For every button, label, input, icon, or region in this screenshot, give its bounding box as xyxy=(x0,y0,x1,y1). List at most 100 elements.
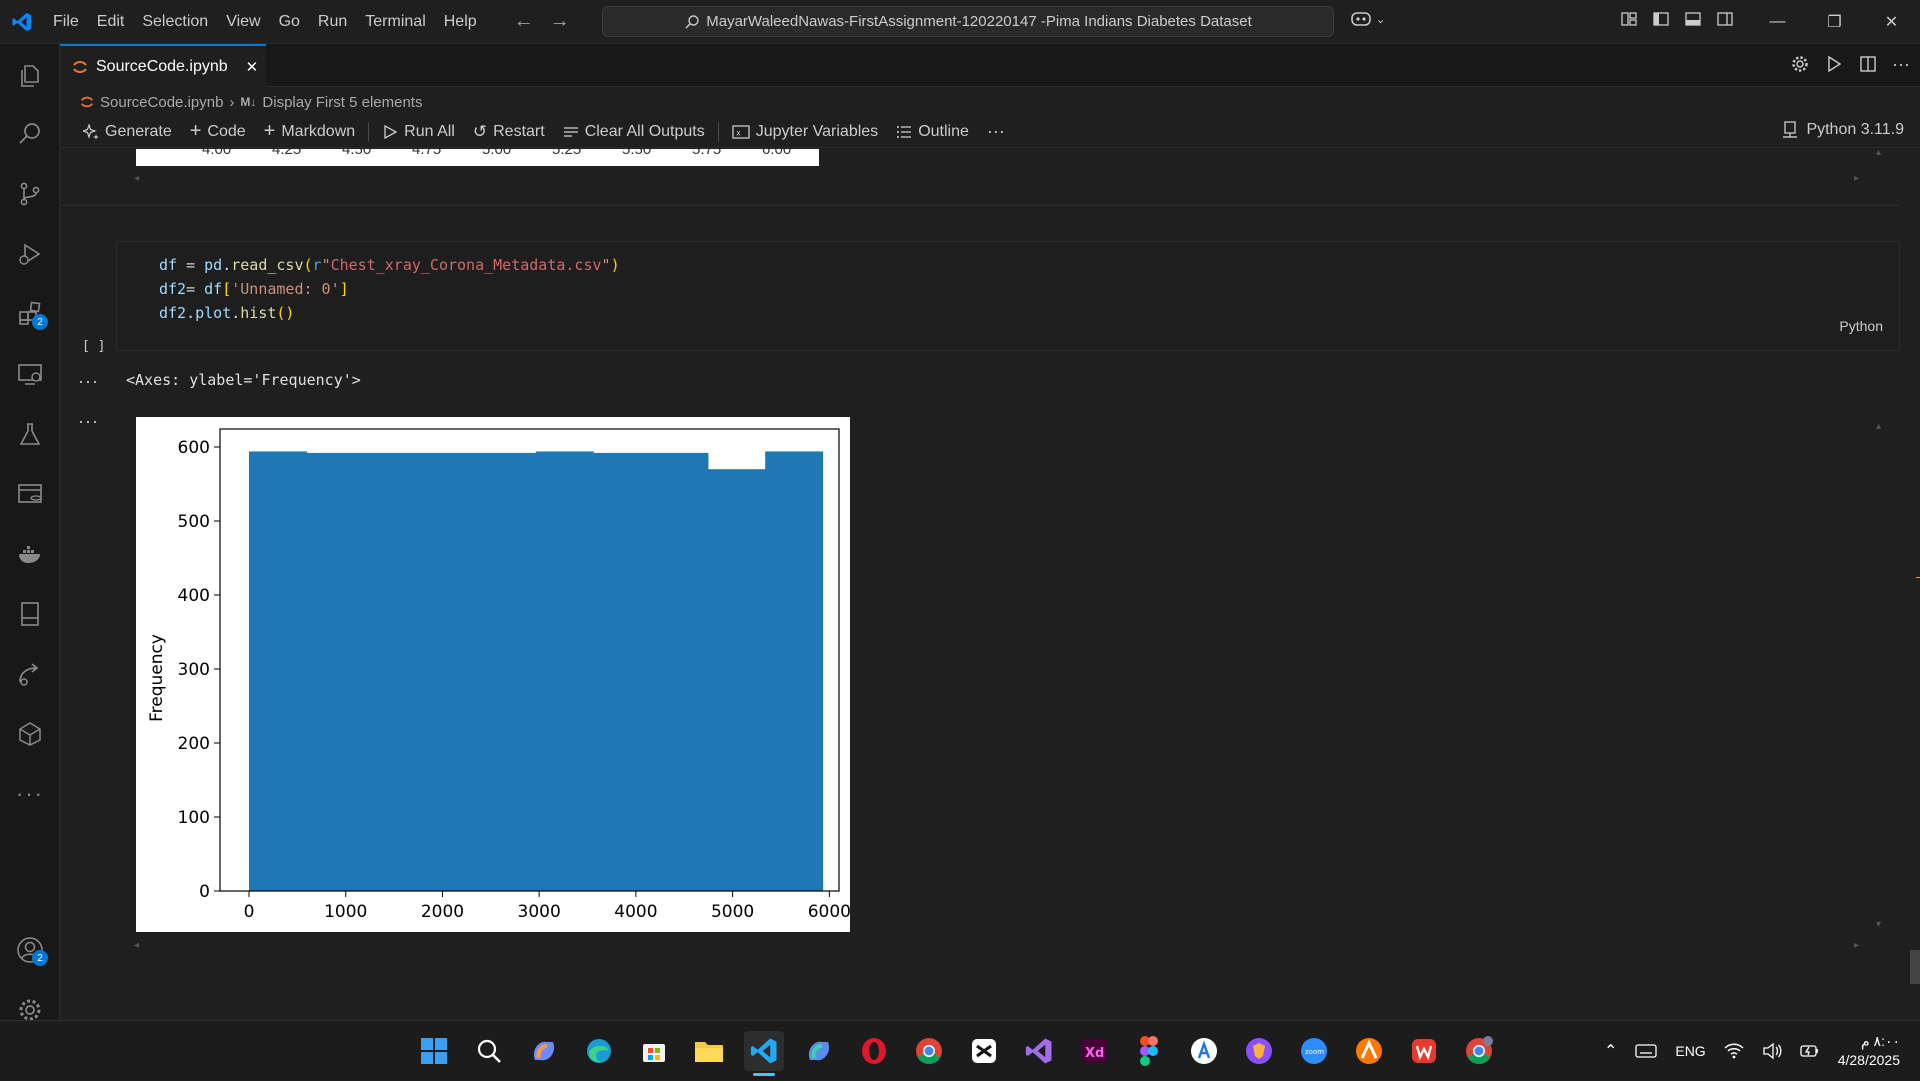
svg-text:Xd: Xd xyxy=(1085,1046,1104,1061)
opera-icon[interactable] xyxy=(854,1031,894,1071)
close-window-icon[interactable]: ✕ xyxy=(1863,0,1920,44)
docker-icon[interactable] xyxy=(0,530,60,578)
generate-button[interactable]: Generate xyxy=(74,117,181,147)
adobe-xd-icon[interactable]: Xd xyxy=(1074,1031,1114,1071)
settings-gear-icon[interactable] xyxy=(1790,54,1810,74)
cell-language-label[interactable]: Python xyxy=(1839,318,1883,334)
menu-selection[interactable]: Selection xyxy=(133,13,217,31)
add-markdown-button[interactable]: + Markdown xyxy=(255,117,365,147)
copilot-button[interactable]: ⌄ xyxy=(1350,10,1385,28)
chrome-icon[interactable] xyxy=(909,1031,949,1071)
customize-layout-icon[interactable] xyxy=(1620,10,1638,28)
scroll-right-arrow-icon[interactable]: ▸ xyxy=(1854,173,1859,184)
add-code-button[interactable]: + Code xyxy=(181,117,255,147)
battery-icon[interactable] xyxy=(1800,1043,1820,1059)
code-line[interactable]: df2.plot.hist() xyxy=(159,304,294,322)
keyboard-icon[interactable] xyxy=(1635,1043,1658,1059)
execution-count[interactable]: [ ] xyxy=(82,339,105,354)
command-center-search[interactable]: MayarWaleedNawas-FirstAssignment-1202201… xyxy=(602,6,1334,37)
scroll-left-arrow-icon[interactable]: ◂ xyxy=(134,173,139,184)
testing-flask-icon[interactable] xyxy=(0,410,60,458)
code-line[interactable]: df = pd.read_csv(r"Chest_xray_Corona_Met… xyxy=(159,256,620,274)
clock[interactable]: ٨:٠٠ م 4/28/2025 xyxy=(1838,1032,1900,1070)
previous-plot-output: 4.00 4.25 4.50 4.75 5.00 5.25 5.50 5.75 … xyxy=(136,149,819,166)
outline-button[interactable]: Outline xyxy=(887,117,978,147)
output-scroll-down-icon[interactable]: ▾ xyxy=(1876,919,1881,930)
menu-go[interactable]: Go xyxy=(270,13,309,31)
output-more-icon[interactable]: ··· xyxy=(78,371,99,392)
run-debug-icon[interactable] xyxy=(0,230,60,278)
vscode-taskbar-icon[interactable] xyxy=(744,1031,784,1071)
source-control-icon[interactable] xyxy=(0,170,60,218)
kernel-picker[interactable]: Python 3.11.9 xyxy=(1782,121,1904,139)
code-token: " xyxy=(321,256,331,274)
more-views-icon[interactable]: ··· xyxy=(0,770,60,818)
extensions-icon[interactable]: 2 xyxy=(0,290,60,338)
jupyter-variables-button[interactable]: x Jupyter Variables xyxy=(723,117,887,147)
split-editor-icon[interactable] xyxy=(1858,54,1878,74)
wps-office-icon[interactable] xyxy=(1404,1031,1444,1071)
output-scroll-up-icon[interactable]: ▴ xyxy=(1876,421,1881,432)
notebook-icon[interactable] xyxy=(0,590,60,638)
menu-run[interactable]: Run xyxy=(309,13,356,31)
brave-icon[interactable] xyxy=(1239,1031,1279,1071)
restore-icon[interactable]: ❐ xyxy=(1806,0,1863,44)
toggle-secondary-sidebar-icon[interactable] xyxy=(1716,10,1734,28)
toggle-panel-icon[interactable] xyxy=(1684,10,1702,28)
accounts-icon[interactable]: 2 xyxy=(0,926,60,974)
scroll-up-arrow-icon[interactable]: ▴ xyxy=(1876,149,1881,158)
visual-studio-icon[interactable] xyxy=(1019,1031,1059,1071)
volume-icon[interactable] xyxy=(1762,1043,1782,1059)
chrome-profile-icon[interactable] xyxy=(1459,1031,1499,1071)
tab-sourcecode[interactable]: SourceCode.ipynb ✕ xyxy=(60,44,266,87)
menu-file[interactable]: File xyxy=(44,13,88,31)
breadcrumb-section[interactable]: Display First 5 elements xyxy=(262,94,422,111)
menu-edit[interactable]: Edit xyxy=(88,13,134,31)
menu-terminal[interactable]: Terminal xyxy=(356,13,434,31)
kubernetes-icon[interactable] xyxy=(0,710,60,758)
restart-button[interactable]: ↺ Restart xyxy=(464,117,554,147)
taskbar-search-icon[interactable] xyxy=(469,1031,509,1071)
live-share-icon[interactable] xyxy=(0,650,60,698)
menu-help[interactable]: Help xyxy=(435,13,486,31)
language-indicator[interactable]: ENG xyxy=(1675,1043,1705,1059)
editor-scrollbar-thumb[interactable] xyxy=(1910,950,1920,984)
database-icon[interactable] xyxy=(0,470,60,518)
minimize-icon[interactable]: — xyxy=(1749,0,1806,44)
windows-start-icon[interactable] xyxy=(414,1031,454,1071)
app-store-icon[interactable] xyxy=(1184,1031,1224,1071)
explorer-icon[interactable] xyxy=(0,52,60,100)
more-actions-icon[interactable]: ··· xyxy=(1892,54,1910,75)
forward-arrow-icon[interactable]: → xyxy=(550,10,570,33)
back-arrow-icon[interactable]: ← xyxy=(514,10,534,33)
copilot-app-icon[interactable] xyxy=(524,1031,564,1071)
x-tick-label: 2000 xyxy=(421,902,464,922)
output-scroll-left-icon[interactable]: ◂ xyxy=(134,940,139,951)
breadcrumb-file[interactable]: SourceCode.ipynb xyxy=(100,94,223,111)
zoom-icon[interactable]: zoom xyxy=(1294,1031,1334,1071)
code-cell[interactable]: df = pd.read_csv(r"Chest_xray_Corona_Met… xyxy=(116,241,1900,351)
menu-view[interactable]: View xyxy=(217,13,269,31)
wifi-icon[interactable] xyxy=(1724,1043,1744,1059)
capcut-icon[interactable] xyxy=(964,1031,1004,1071)
show-hidden-icons-chevron-icon[interactable]: ⌃ xyxy=(1604,1041,1617,1061)
remote-explorer-icon[interactable] xyxy=(0,350,60,398)
m365-copilot-icon[interactable] xyxy=(799,1031,839,1071)
edge-icon[interactable] xyxy=(579,1031,619,1071)
search-sidebar-icon[interactable] xyxy=(0,110,60,158)
run-play-icon[interactable] xyxy=(1824,54,1844,74)
file-explorer-icon[interactable] xyxy=(689,1031,729,1071)
histogram-bar xyxy=(306,452,365,891)
run-all-button[interactable]: Run All xyxy=(373,117,464,147)
toolbar-more-button[interactable]: ··· xyxy=(978,117,1014,147)
avast-icon[interactable] xyxy=(1349,1031,1389,1071)
figma-icon[interactable] xyxy=(1129,1031,1169,1071)
output-scroll-right-icon[interactable]: ▸ xyxy=(1854,940,1859,951)
clear-all-outputs-button[interactable]: Clear All Outputs xyxy=(554,117,714,147)
plot-output-more-icon[interactable]: ··· xyxy=(78,411,99,432)
toggle-primary-sidebar-icon[interactable] xyxy=(1652,10,1670,28)
close-tab-icon[interactable]: ✕ xyxy=(246,58,259,76)
code-line[interactable]: df2= df['Unnamed: 0'] xyxy=(159,280,349,298)
plus-icon: + xyxy=(263,120,276,142)
store-icon[interactable] xyxy=(634,1031,674,1071)
